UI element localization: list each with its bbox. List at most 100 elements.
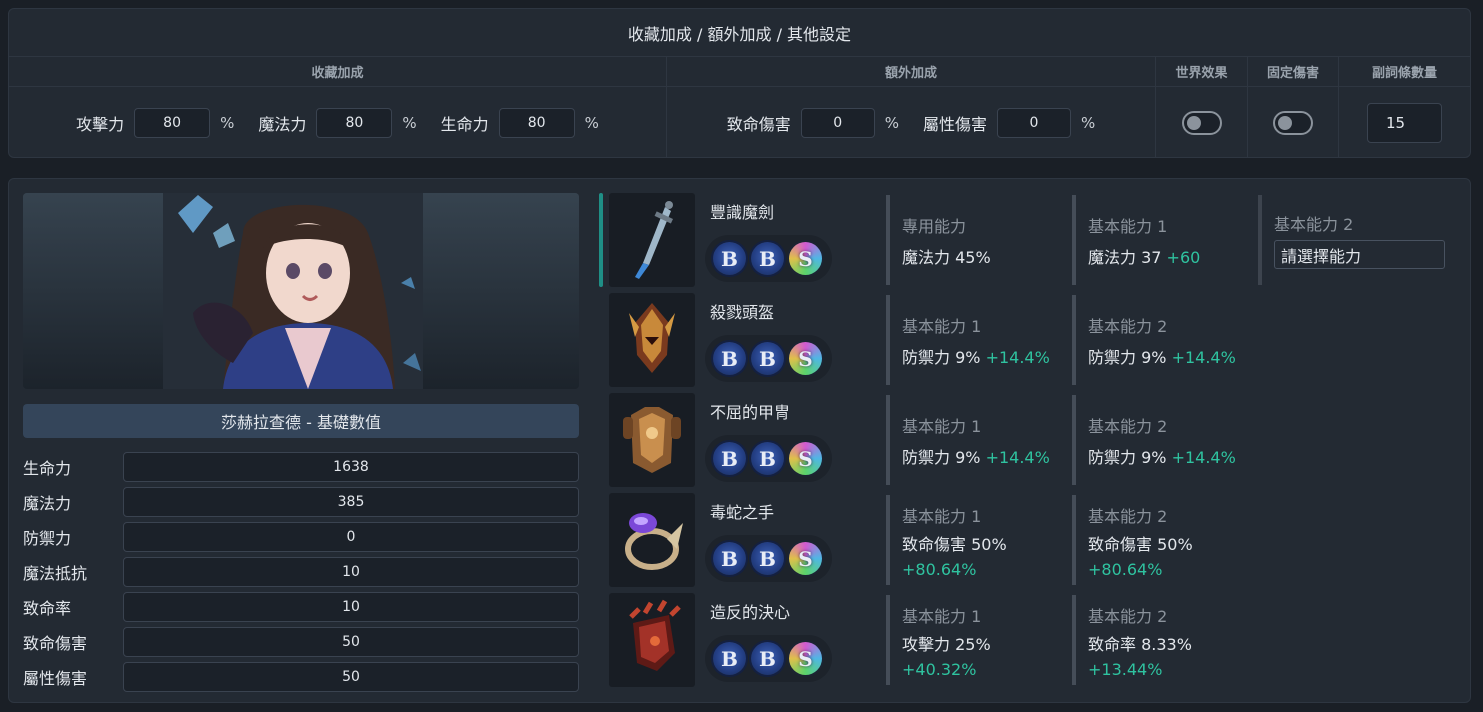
hp-bonus-input[interactable] [498,107,575,138]
ability-title: 基本能力 1 [902,507,982,526]
ability-bonus: +13.44% [1088,660,1163,679]
ability-title: 專用能力 [902,217,967,236]
ability-title: 基本能力 2 [1088,317,1168,336]
helmet-icon[interactable] [609,293,695,387]
stat-label: 屬性傷害 [23,668,88,688]
stat-value: 50 [123,661,579,692]
ability-bonus: +80.64% [1088,560,1163,579]
ability-bonus: +40.32% [902,660,977,679]
equipment-name: 不屈的甲冑 [710,403,791,422]
equipment-name: 豐識魔劍 [710,203,775,222]
rune-b-icon[interactable]: B [713,242,746,275]
rune-b-icon[interactable]: B [713,342,746,375]
equipment-row-helmet[interactable]: 殺戮頭盔 B B S 基本能力 1 防禦力 9% +14.4% 基本能力 2 防… [599,293,1459,393]
fixed-damage-header: 固定傷害 [1248,57,1338,87]
rune-b-icon[interactable]: B [751,642,784,675]
ability-title: 基本能力 1 [1088,217,1168,236]
fixed-damage-section: 固定傷害 [1248,57,1339,157]
rune-b-icon[interactable]: B [713,642,746,675]
ring-icon[interactable] [609,493,695,587]
world-effect-toggle[interactable] [1181,110,1222,135]
substat-count-section: 副詞條數量 [1339,57,1470,157]
selected-indicator [599,193,603,287]
base-ability-2: 基本能力 2 請選擇能力 [1258,195,1445,285]
rune-b-icon[interactable]: B [713,442,746,475]
rune-b-icon[interactable]: B [751,342,784,375]
character-panel: 莎赫拉查德 - 基礎數值 生命力 1638 魔法力 385 防禦力 0 魔法抵抗… [8,178,1471,703]
ability-value: 致命傷害 50% [1088,535,1193,554]
rune-slots: B B S [705,635,832,682]
rune-s-icon[interactable]: S [789,342,822,375]
ability-title: 基本能力 1 [902,607,982,626]
stat-value: 385 [123,486,579,517]
stat-row: 生命力 1638 [23,449,579,484]
rune-slots: B B S [705,535,832,582]
stat-label: 魔法力 [23,493,72,513]
stat-label: 防禦力 [23,528,72,548]
magic-label: 魔法力 [258,114,307,134]
hp-label: 生命力 [440,114,489,134]
equipment-row-sword[interactable]: 豐識魔劍 B B S 專用能力 魔法力 45% 基本能力 1 魔法力 37 +6… [599,193,1459,293]
base-ability-2: 基本能力 2 致命率 8.33% +13.44% [1072,595,1244,685]
ability-title: 基本能力 1 [902,417,982,436]
equipment-row-armor[interactable]: 不屈的甲冑 B B S 基本能力 1 防禦力 9% +14.4% 基本能力 2 … [599,393,1459,493]
equipment-row-ring[interactable]: 毒蛇之手 B B S 基本能力 1 致命傷害 50% +80.64% 基本能力 … [599,493,1459,593]
ability-bonus: +14.4% [985,348,1050,367]
ability-bonus: +60 [1166,248,1201,267]
rune-b-icon[interactable]: B [751,442,784,475]
extra-bonus-section: 額外加成 致命傷害 % 屬性傷害 % [667,57,1156,157]
equipment-name: 毒蛇之手 [710,503,775,522]
stat-label: 生命力 [23,458,72,478]
stat-value: 10 [123,591,579,622]
rune-s-icon[interactable]: S [789,242,822,275]
exclusive-ability: 專用能力 魔法力 45% [886,195,1058,285]
equipment-list: 豐識魔劍 B B S 專用能力 魔法力 45% 基本能力 1 魔法力 37 +6… [599,193,1459,693]
substat-count-input[interactable] [1367,102,1442,143]
character-name-bar: 莎赫拉查德 - 基礎數值 [23,404,579,438]
element-damage-input[interactable] [997,107,1072,138]
ability-bonus: +80.64% [902,560,977,579]
equipment-name: 殺戮頭盔 [710,303,775,322]
rune-s-icon[interactable]: S [789,442,822,475]
base-ability-2: 基本能力 2 致命傷害 50% +80.64% [1072,495,1244,585]
base-stats-list: 生命力 1638 魔法力 385 防禦力 0 魔法抵抗 10 致命率 10 致命… [23,449,579,694]
stat-label: 致命傷害 [23,633,88,653]
rune-s-icon[interactable]: S [789,542,822,575]
rune-s-icon[interactable]: S [789,642,822,675]
base-ability-2: 基本能力 2 防禦力 9% +14.4% [1072,295,1244,385]
stat-label: 致命率 [23,598,72,618]
element-damage-label: 屬性傷害 [923,114,988,134]
ability-select[interactable]: 請選擇能力 [1274,240,1445,269]
collection-bonus-header: 收藏加成 [9,57,666,87]
rune-b-icon[interactable]: B [713,542,746,575]
gauntlet-icon[interactable] [609,593,695,687]
armor-icon[interactable] [609,393,695,487]
ability-value: 致命率 8.33% [1088,635,1192,654]
base-ability-1: 基本能力 1 防禦力 9% +14.4% [886,295,1058,385]
substat-count-header: 副詞條數量 [1339,57,1470,87]
equipment-row-gauntlet[interactable]: 造反的決心 B B S 基本能力 1 攻擊力 25% +40.32% 基本能力 … [599,593,1459,693]
stat-value: 0 [123,521,579,552]
attack-label: 攻擊力 [76,114,125,134]
stat-row: 魔法力 385 [23,484,579,519]
rune-b-icon[interactable]: B [751,242,784,275]
sword-icon[interactable] [609,193,695,287]
percent-unit: % [1081,113,1096,132]
fixed-damage-toggle[interactable] [1273,110,1313,135]
ability-value: 防禦力 9% [1088,348,1167,367]
attack-bonus-input[interactable] [134,107,211,138]
crit-damage-input[interactable] [800,107,875,138]
bonus-settings-panel: 收藏加成 / 額外加成 / 其他設定 收藏加成 攻擊力 % 魔法力 % 生命力 … [8,8,1471,158]
magic-bonus-input[interactable] [316,107,393,138]
base-ability-1: 基本能力 1 魔法力 37 +60 [1072,195,1244,285]
ability-title: 基本能力 2 [1088,607,1168,626]
rune-b-icon[interactable]: B [751,542,784,575]
base-ability-1: 基本能力 1 防禦力 9% +14.4% [886,395,1058,485]
ability-bonus: +14.4% [985,448,1050,467]
world-effect-header: 世界效果 [1156,57,1247,87]
equipment-name: 造反的決心 [710,603,791,622]
ability-value: 防禦力 9% [902,348,981,367]
collection-bonus-section: 收藏加成 攻擊力 % 魔法力 % 生命力 % [9,57,667,157]
base-ability-1: 基本能力 1 致命傷害 50% +80.64% [886,495,1058,585]
percent-unit: % [220,113,235,132]
